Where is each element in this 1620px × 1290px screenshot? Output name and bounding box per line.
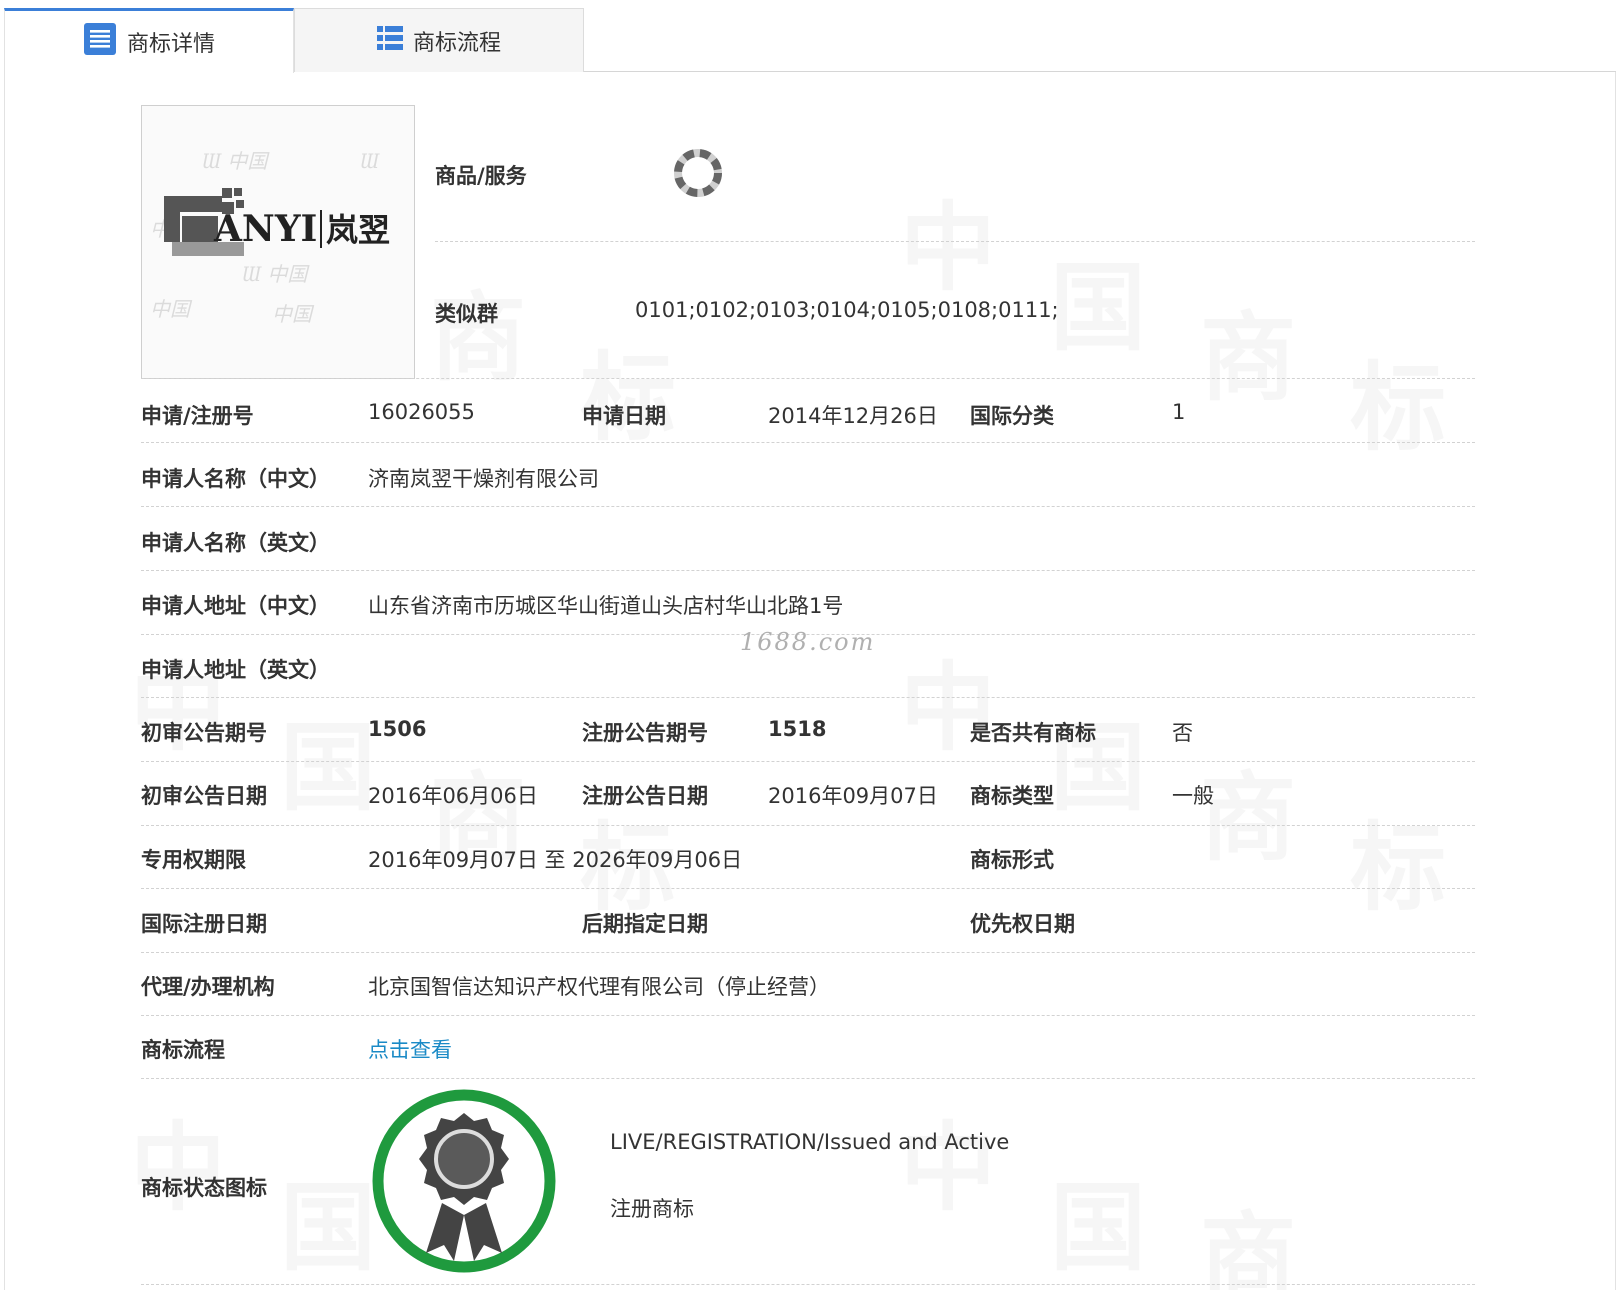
document-list-icon (83, 22, 117, 62)
divider (141, 570, 1475, 571)
prelim-date-label: 初审公告日期 (141, 784, 267, 808)
tab-trademark-flow[interactable]: 商标流程 (294, 8, 584, 72)
similar-group-value: 0101;0102;0103;0104;0105;0108;0111; (635, 298, 1059, 322)
divider (141, 506, 1475, 507)
exclusive-period-label: 专用权期限 (141, 848, 246, 872)
prelim-date-value: 2016年06月06日 (368, 784, 538, 808)
similar-group-label: 类似群 (435, 302, 498, 326)
prelim-issue-label: 初审公告期号 (141, 721, 267, 745)
reg-no-value: 16026055 (368, 400, 475, 424)
apply-date-value: 2014年12月26日 (768, 404, 938, 428)
svg-text:中国: 中国 (150, 297, 193, 321)
address-cn-label: 申请人地址（中文） (141, 594, 330, 618)
applicant-cn-value: 济南岚翌干燥剂有限公司 (368, 467, 599, 491)
intl-class-value: 1 (1172, 400, 1186, 424)
tm-type-value: 一般 (1172, 784, 1214, 808)
goods-services-label: 商品/服务 (435, 164, 527, 188)
logo-text-cn: 岚翌 (326, 211, 390, 249)
agent-label: 代理/办理机构 (141, 975, 275, 999)
tab-bar: 商标详情 商标流程 (4, 8, 1616, 73)
registered-badge-icon (368, 1085, 560, 1277)
applicant-en-label: 申请人名称（英文） (141, 531, 330, 555)
svg-text:Ɯ: Ɯ (360, 149, 380, 173)
shared-label: 是否共有商标 (970, 721, 1096, 745)
divider (141, 697, 1475, 698)
trademark-image[interactable]: Ɯ 中国 Ɯ 中 Ɯ 中国 中国 中国 ANYI 岚翌 (141, 105, 415, 379)
divider (435, 241, 1475, 242)
status-en-text: LIVE/REGISTRATION/Issued and Active (610, 1130, 1010, 1154)
tab-label: 商标详情 (126, 32, 215, 57)
applicant-cn-label: 申请人名称（中文） (141, 467, 330, 491)
priority-date-label: 优先权日期 (970, 912, 1075, 936)
divider (141, 888, 1475, 889)
flow-label: 商标流程 (141, 1038, 225, 1062)
reg-no-label: 申请/注册号 (141, 404, 254, 428)
divider (141, 442, 1475, 443)
divider (141, 1284, 1475, 1285)
svg-text:Ɯ 中国: Ɯ 中国 (202, 149, 270, 173)
svg-text:中国: 中国 (272, 302, 315, 326)
status-icon-label: 商标状态图标 (141, 1176, 267, 1200)
intl-reg-date-label: 国际注册日期 (141, 912, 267, 936)
shared-value: 否 (1172, 721, 1193, 745)
address-en-label: 申请人地址（英文） (141, 658, 330, 682)
prelim-issue-value: 1506 (368, 717, 427, 741)
logo-text-en: ANYI (213, 208, 317, 250)
loading-spinner-icon (672, 147, 724, 199)
tm-form-label: 商标形式 (970, 848, 1054, 872)
divider (141, 378, 1475, 379)
agent-value: 北京国智信达知识产权代理有限公司（停止经营） (368, 975, 830, 999)
reg-issue-label: 注册公告期号 (582, 721, 708, 745)
divider (141, 761, 1475, 762)
exclusive-period-value: 2016年09月07日 至 2026年09月06日 (368, 848, 743, 872)
divider (141, 1078, 1475, 1079)
reg-issue-value: 1518 (768, 717, 827, 741)
tab-label: 商标流程 (412, 30, 501, 56)
svg-text:Ɯ 中国: Ɯ 中国 (242, 262, 310, 286)
grid-list-icon (376, 25, 403, 57)
tab-trademark-detail[interactable]: 商标详情 (4, 8, 294, 73)
site-watermark: 1688.com (740, 628, 876, 656)
divider (141, 1015, 1475, 1016)
view-flow-link[interactable]: 点击查看 (368, 1034, 452, 1064)
apply-date-label: 申请日期 (582, 404, 666, 428)
divider (141, 952, 1475, 953)
intl-class-label: 国际分类 (970, 404, 1054, 428)
divider (141, 825, 1475, 826)
reg-date-label: 注册公告日期 (582, 784, 708, 808)
address-cn-value: 山东省济南市历城区华山街道山头店村华山北路1号 (368, 594, 844, 618)
later-date-label: 后期指定日期 (582, 912, 708, 936)
status-cn-text: 注册商标 (610, 1197, 694, 1221)
reg-date-value: 2016年09月07日 (768, 784, 938, 808)
tm-type-label: 商标类型 (970, 784, 1054, 808)
